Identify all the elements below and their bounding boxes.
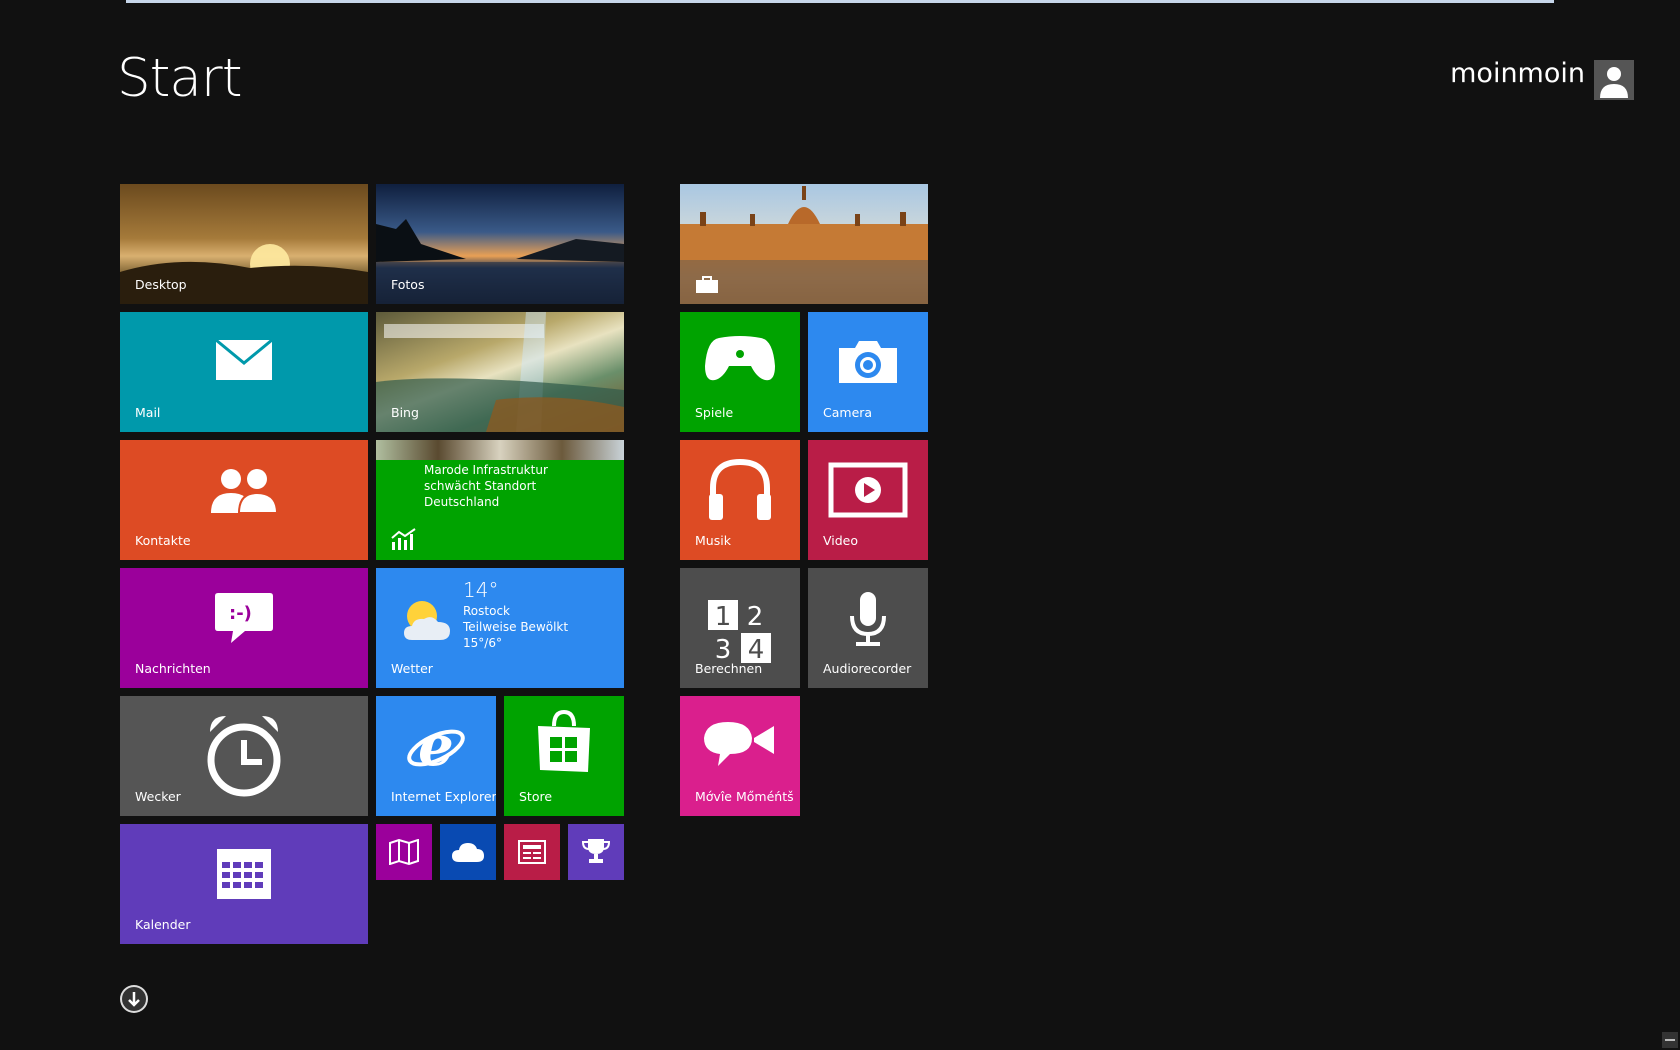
tile-kontakte[interactable]: Kontakte: [120, 440, 368, 560]
microphone-icon: [850, 592, 886, 646]
newspaper-icon: [518, 840, 546, 864]
arrow-down-icon: [122, 987, 146, 1011]
tile-label: Video: [823, 533, 859, 548]
mail-icon: [215, 339, 273, 380]
calendar-icon: [217, 849, 271, 899]
scroll-down-button[interactable]: [120, 985, 148, 1013]
tile-mail[interactable]: Mail: [120, 312, 368, 432]
tile-spiele[interactable]: Spiele: [680, 312, 800, 432]
tile-travel[interactable]: [680, 184, 928, 304]
tile-maps[interactable]: [376, 824, 432, 880]
tile-label: Mớvîe Mőméńtš: [695, 789, 794, 804]
tile-label: Kalender: [135, 917, 191, 932]
tile-finanzen-news[interactable]: Marode Infrastruktur schwächt Standort D…: [376, 440, 624, 560]
weather-temperature: 14°: [463, 578, 499, 602]
news-photo-strip: [376, 440, 624, 460]
tile-label: Fotos: [391, 277, 425, 292]
svg-text:2: 2: [747, 602, 764, 632]
weather-range: 15°/6°: [463, 636, 502, 650]
tile-label: Audiorecorder: [823, 661, 912, 676]
tile-label: Mail: [135, 405, 161, 420]
tile-fotos[interactable]: Fotos: [376, 184, 624, 304]
video-icon: [828, 462, 908, 518]
alarm-clock-icon: [207, 716, 281, 797]
weather-condition: Teilweise Bewölkt: [463, 620, 569, 634]
tile-skydrive[interactable]: [440, 824, 496, 880]
tile-label: Kontakte: [135, 533, 191, 548]
ie-icon: e: [407, 718, 465, 778]
tile-label: Internet Explorer: [391, 789, 496, 804]
user-icon: [1600, 67, 1628, 98]
briefcase-icon: [696, 276, 718, 293]
tile-news[interactable]: [504, 824, 560, 880]
svg-text::-): :-): [229, 603, 252, 624]
tile-wecker[interactable]: Wecker: [120, 696, 368, 816]
user-avatar[interactable]: [1594, 60, 1634, 100]
tile-kalender[interactable]: Kalender: [120, 824, 368, 944]
chat-icon: :-): [215, 593, 273, 643]
tile-label: Musik: [695, 533, 731, 548]
tile-label: Berechnen: [695, 661, 763, 676]
store-bag-icon: [538, 710, 590, 772]
tile-desktop[interactable]: Desktop: [120, 184, 368, 304]
weather-city: Rostock: [463, 604, 510, 618]
map-icon: [389, 839, 419, 865]
headphones-icon: [709, 458, 771, 520]
cloud-icon: [452, 843, 484, 862]
finance-headline: Marode Infrastruktur schwächt Standort D…: [424, 463, 548, 509]
tile-games-trophy[interactable]: [568, 824, 624, 880]
tile-label: Spiele: [695, 405, 734, 420]
loading-progress-bar: [126, 0, 1554, 3]
tile-label: Wecker: [135, 789, 181, 804]
tile-store[interactable]: Store: [504, 696, 624, 816]
tile-label: Bing: [391, 405, 419, 420]
svg-text:4: 4: [748, 635, 765, 664]
page-title: Start: [117, 48, 242, 109]
tile-label: Store: [519, 789, 553, 804]
tile-movie-moments[interactable]: Mớvîe Mőméńtš: [680, 696, 800, 816]
zoom-out-button[interactable]: [1662, 1032, 1678, 1048]
username[interactable]: moinmoin: [1450, 58, 1585, 89]
tile-wetter[interactable]: 14° Rostock Teilweise Bewölkt 15°/6° Wet…: [376, 568, 624, 688]
tile-camera[interactable]: Camera: [808, 312, 928, 432]
finance-chart-icon: [391, 528, 416, 550]
tile-internet-explorer[interactable]: e Internet Explorer: [376, 696, 496, 816]
tile-bing[interactable]: Bing: [376, 312, 624, 432]
calculator-icon: 1 2 3 4: [708, 600, 771, 664]
svg-text:1: 1: [715, 602, 732, 632]
gamepad-icon: [705, 336, 775, 381]
svg-text:3: 3: [715, 635, 732, 664]
sun-cloud-icon: [404, 601, 450, 640]
tile-video[interactable]: Video: [808, 440, 928, 560]
tile-berechnen[interactable]: 1 2 3 4 Berechnen: [680, 568, 800, 688]
people-icon: [211, 469, 277, 514]
tile-audiorecorder[interactable]: Audiorecorder: [808, 568, 928, 688]
camera-icon: [839, 341, 897, 383]
tile-label: Camera: [823, 405, 873, 420]
video-chat-icon: [704, 722, 774, 766]
svg-text:e: e: [418, 718, 454, 778]
tile-label: Wetter: [391, 661, 433, 676]
tile-nachrichten[interactable]: :-) Nachrichten: [120, 568, 368, 688]
tile-musik[interactable]: Musik: [680, 440, 800, 560]
trophy-icon: [582, 839, 610, 863]
tile-label: Nachrichten: [135, 661, 211, 676]
tile-label: Desktop: [135, 277, 187, 292]
